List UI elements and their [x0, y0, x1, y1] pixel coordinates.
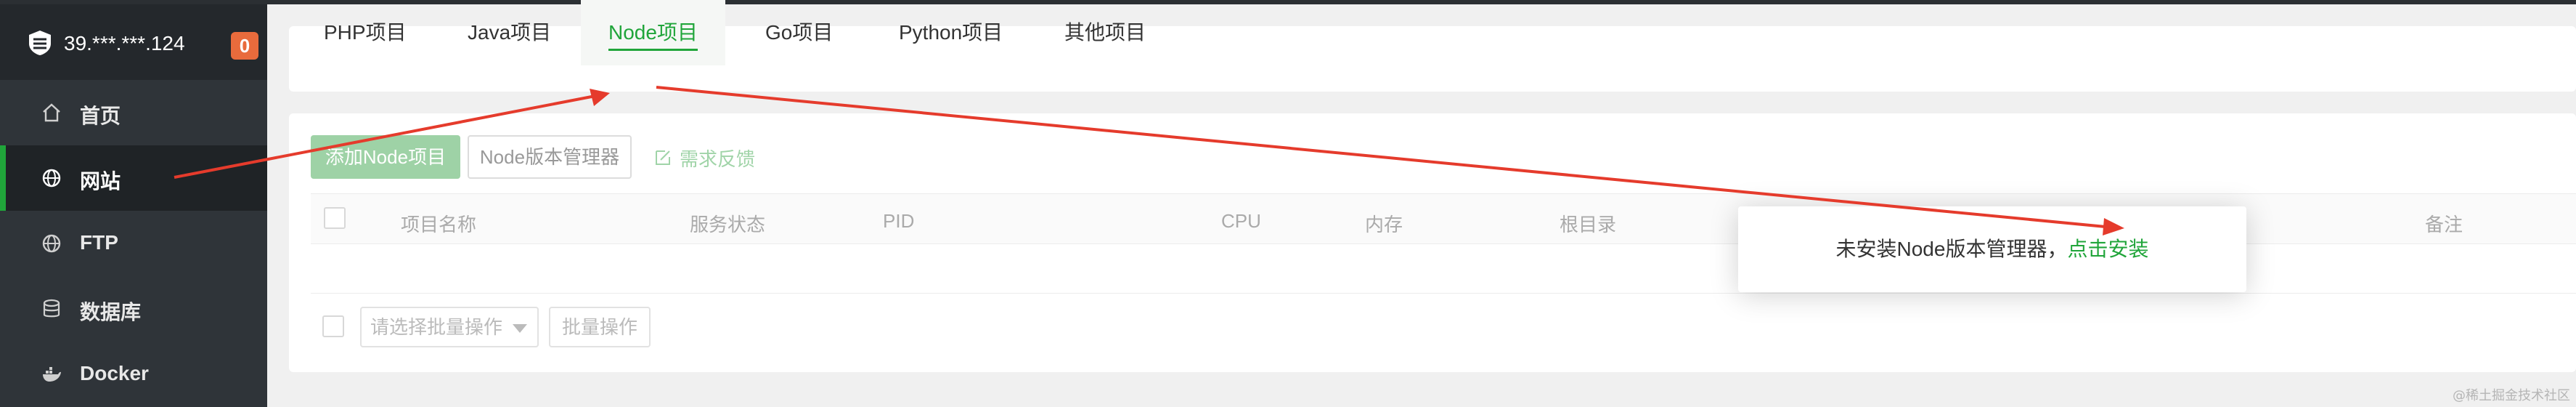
batch-action-select[interactable]: 请选择批量操作 — [360, 307, 539, 347]
edit-icon — [656, 150, 670, 165]
sidebar-item-docker[interactable]: Docker — [0, 342, 267, 407]
column-memory[interactable]: 内存 — [1365, 210, 1403, 237]
ftp-icon — [42, 234, 61, 253]
watermark: @稀土掘金技术社区 — [2453, 388, 2570, 403]
notification-badge[interactable]: 0 — [231, 32, 258, 60]
tab-java[interactable]: Java项目 — [468, 0, 551, 65]
batch-action-button[interactable]: 批量操作 — [549, 307, 651, 347]
tab-node[interactable]: Node项目 — [581, 0, 725, 65]
install-link[interactable]: 点击安装 — [2067, 238, 2148, 260]
sidebar-item-home[interactable]: 首页 — [0, 80, 267, 145]
home-icon — [43, 103, 60, 122]
sidebar-item-ftp[interactable]: FTP — [0, 211, 267, 276]
tab-python[interactable]: Python项目 — [899, 0, 1003, 65]
column-root-dir[interactable]: 根目录 — [1560, 210, 1616, 237]
database-icon — [43, 299, 60, 318]
add-node-project-button[interactable]: 添加Node项目 — [311, 135, 460, 179]
sidebar-item-label: FTP — [80, 231, 118, 254]
chevron-down-icon — [513, 324, 527, 333]
server-info[interactable]: 39.***.***.124 0 — [0, 4, 267, 80]
server-ip: 39.***.***.124 — [64, 32, 185, 55]
column-remark[interactable]: 备注 — [2425, 210, 2463, 237]
batch-select-placeholder: 请选择批量操作 — [370, 316, 503, 338]
column-service-status[interactable]: 服务状态 — [690, 210, 765, 237]
column-cpu[interactable]: CPU — [1221, 210, 1261, 233]
sidebar-item-label: 网站 — [80, 170, 121, 193]
select-all-checkbox[interactable] — [324, 207, 346, 229]
globe-icon — [42, 169, 61, 188]
node-version-manager-button[interactable]: Node版本管理器 — [468, 135, 632, 179]
column-project-name[interactable]: 项目名称 — [401, 210, 476, 237]
batch-checkbox[interactable] — [322, 315, 344, 337]
tab-php[interactable]: PHP项目 — [324, 0, 407, 65]
not-installed-popup: 未安装Node版本管理器，点击安装 — [1738, 206, 2246, 292]
server-logo-icon — [29, 31, 51, 55]
sidebar-item-label: 数据库 — [80, 301, 142, 323]
popup-message: 未安装Node版本管理器， — [1835, 238, 2068, 260]
sidebar-item-website[interactable]: 网站 — [0, 145, 267, 211]
feedback-label: 需求反馈 — [680, 148, 756, 170]
column-pid[interactable]: PID — [883, 210, 914, 233]
sidebar-item-database[interactable]: 数据库 — [0, 276, 267, 342]
docker-icon — [43, 367, 61, 382]
tab-go[interactable]: Go项目 — [765, 0, 833, 65]
tab-other[interactable]: 其他项目 — [1064, 0, 1146, 65]
feedback-link[interactable]: 需求反馈 — [653, 145, 755, 170]
sidebar-item-label: Docker — [80, 362, 149, 384]
sidebar-item-label: 首页 — [80, 105, 121, 127]
